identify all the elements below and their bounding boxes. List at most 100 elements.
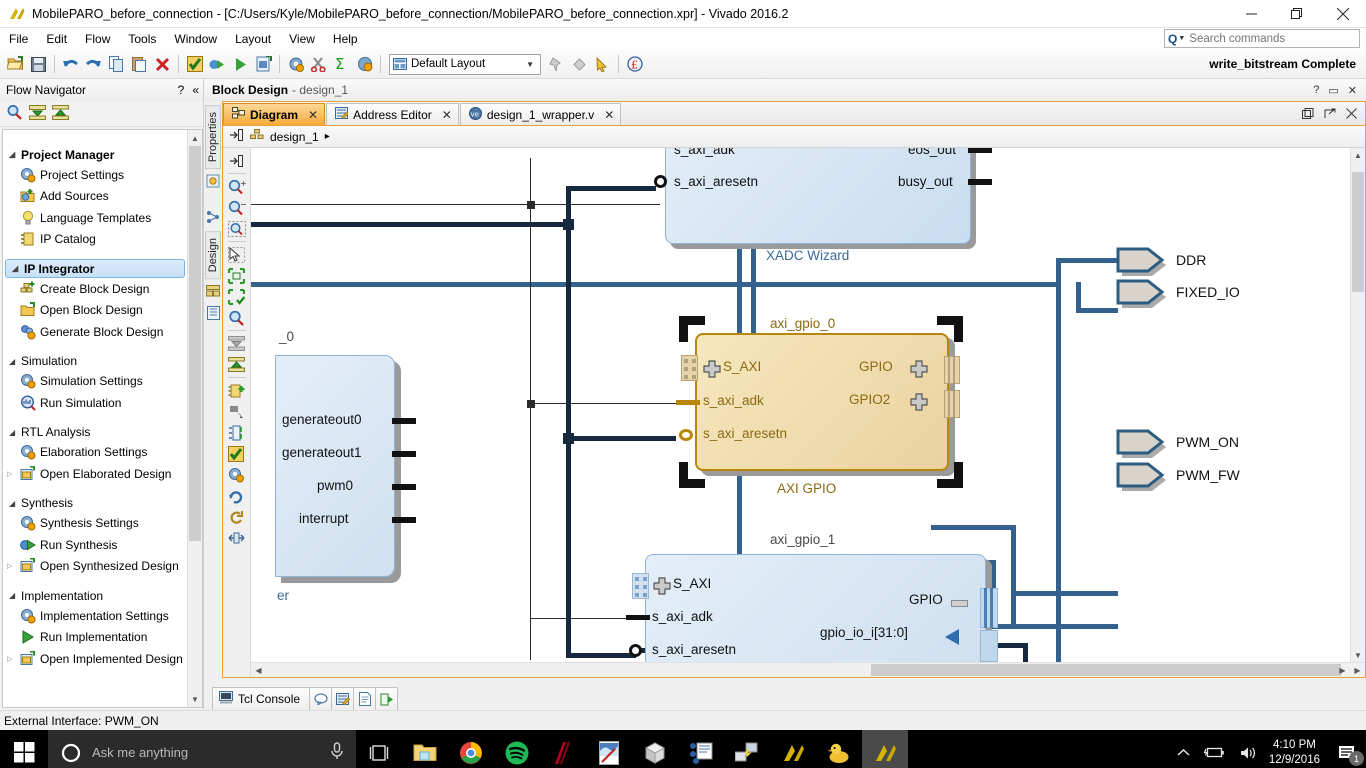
close-icon[interactable]: ✕ — [604, 108, 614, 122]
scroll-right-icon[interactable]: ▶ — [1335, 663, 1350, 677]
notifications-button[interactable]: 1 — [1330, 730, 1366, 768]
taskbar-app-diagram-app[interactable] — [678, 730, 724, 768]
show-hidden-icons-icon[interactable] — [1170, 748, 1197, 758]
microphone-icon[interactable] — [330, 742, 344, 763]
timing-icon[interactable] — [353, 53, 376, 76]
flownav-item-generate-block-design[interactable]: Generate Block Design — [3, 321, 192, 343]
auto-fit-icon[interactable] — [225, 286, 249, 307]
add-ip-icon[interactable] — [225, 380, 249, 401]
taskbar-app-3d-builder[interactable] — [632, 730, 678, 768]
expander-icon[interactable]: ◢ — [9, 428, 21, 437]
collapse-all-icon[interactable] — [225, 333, 249, 354]
close-button[interactable] — [1320, 0, 1366, 28]
scrollbar-thumb[interactable] — [871, 664, 1341, 676]
menu-flow[interactable]: Flow — [76, 30, 119, 48]
delete-icon[interactable] — [151, 53, 174, 76]
resize-icon[interactable] — [225, 527, 249, 548]
flownav-item-implementation-settings[interactable]: Implementation Settings — [3, 605, 192, 627]
redo-icon[interactable] — [82, 53, 105, 76]
menu-help[interactable]: Help — [324, 30, 367, 48]
settings-icon[interactable] — [225, 464, 249, 485]
open-project-icon[interactable] — [4, 53, 27, 76]
flownav-item-run-implementation[interactable]: Run Implementation — [3, 627, 192, 649]
tab-address-editor[interactable]: Address Editor ✕ — [326, 103, 459, 125]
flownav-group-implementation[interactable]: ◢ Implementation — [3, 586, 192, 605]
menu-edit[interactable]: Edit — [37, 30, 76, 48]
flownav-item-elaboration-settings[interactable]: Elaboration Settings — [3, 442, 192, 464]
menu-window[interactable]: Window — [165, 30, 226, 48]
side-tab-properties[interactable]: Properties — [205, 105, 221, 170]
bus-collapsed-icon[interactable] — [951, 600, 968, 607]
generate-bitstream-icon[interactable] — [252, 53, 275, 76]
flownav-item-synthesis-settings[interactable]: Synthesis Settings — [3, 513, 192, 535]
flownav-group-project-manager[interactable]: ◢ Project Manager — [3, 145, 192, 164]
cursor-icon[interactable] — [591, 53, 614, 76]
scroll-up-icon[interactable]: ▲ — [188, 130, 202, 146]
expand-all-icon[interactable] — [225, 354, 249, 375]
flownav-item-open-elaborated-design[interactable]: ▷ Open Elaborated Design — [3, 463, 192, 485]
maximize-restore-button[interactable] — [1274, 0, 1320, 28]
paste-icon[interactable] — [128, 53, 151, 76]
scrollbar-thumb[interactable] — [1352, 172, 1364, 292]
fit-selection-icon[interactable] — [225, 265, 249, 286]
float-icon[interactable] — [1302, 108, 1314, 122]
save-icon[interactable] — [27, 53, 50, 76]
expander-icon[interactable]: ◢ — [9, 357, 21, 366]
clock[interactable]: 4:10 PM 12/9/2016 — [1265, 738, 1330, 768]
designruns-icon[interactable] — [376, 687, 399, 710]
flownav-group-simulation[interactable]: ◢ Simulation — [3, 352, 192, 371]
taskbar-app-vivado[interactable] — [770, 730, 816, 768]
settings-icon[interactable] — [284, 53, 307, 76]
scroll-down-icon[interactable]: ▼ — [1351, 648, 1365, 663]
copy-icon[interactable] — [105, 53, 128, 76]
run-implementation-icon[interactable] — [229, 53, 252, 76]
layout-selector[interactable]: Default Layout ▼ — [389, 53, 541, 75]
close-icon[interactable]: ✕ — [308, 108, 318, 122]
select-tool-icon[interactable] — [225, 244, 249, 265]
expand-bus-icon[interactable] — [703, 360, 721, 378]
taskbar-app-google-chrome[interactable] — [448, 730, 494, 768]
cut-icon[interactable] — [307, 53, 330, 76]
validate-icon[interactable] — [183, 53, 206, 76]
log-icon[interactable] — [332, 687, 355, 710]
zoom-out-icon[interactable]: − — [225, 197, 249, 218]
messages-icon[interactable] — [310, 687, 333, 710]
help-icon[interactable]: ? — [1313, 84, 1319, 97]
menu-layout[interactable]: Layout — [226, 30, 280, 48]
flownav-group-ip-integrator[interactable]: ◢ IP Integrator — [5, 259, 185, 278]
expand-bus-icon[interactable] — [910, 360, 928, 378]
expand-hierarchy-icon[interactable] — [229, 128, 244, 145]
cortana-search-box[interactable]: Ask me anything — [48, 730, 356, 768]
expand-all-icon[interactable] — [52, 104, 69, 123]
flownav-item-run-simulation[interactable]: Run Simulation — [3, 392, 192, 414]
flownav-item-project-settings[interactable]: Project Settings — [3, 164, 192, 186]
zoom-fit-icon[interactable] — [225, 218, 249, 239]
pointer-icon[interactable] — [225, 401, 249, 422]
side-tab-design[interactable]: Design — [205, 231, 221, 280]
flow-navigator-scrollbar[interactable]: ▲ ▼ — [187, 130, 202, 707]
flownav-item-language-templates[interactable]: Language Templates — [3, 207, 192, 229]
expander-icon[interactable]: ▷ — [7, 655, 19, 663]
search-icon[interactable] — [6, 104, 23, 123]
search-commands-box[interactable]: Q ▼ — [1164, 29, 1360, 48]
hierarchy-icon[interactable] — [205, 305, 221, 321]
close-icon[interactable]: ✕ — [442, 108, 452, 122]
scroll-down-icon[interactable]: ▼ — [188, 691, 202, 707]
taskbar-app-file-explorer[interactable] — [402, 730, 448, 768]
chevron-down-icon[interactable]: ▼ — [526, 60, 534, 69]
help-icon[interactable]: ? — [178, 83, 185, 97]
scroll-left-icon[interactable]: ◀ — [251, 663, 266, 677]
scroll-right-end-icon[interactable]: ▶ — [1350, 663, 1365, 677]
canvas-vertical-scrollbar[interactable]: ▲ ▼ — [1350, 148, 1365, 663]
flownav-item-create-block-design[interactable]: Create Block Design — [3, 278, 192, 300]
expander-icon[interactable]: ◢ — [12, 264, 24, 273]
report-icon[interactable]: Σ — [330, 53, 353, 76]
scroll-up-icon[interactable]: ▲ — [1351, 148, 1365, 163]
flownav-item-open-implemented-design[interactable]: ▷ Open Implemented Design — [3, 648, 192, 670]
collapse-all-icon[interactable] — [29, 104, 46, 123]
expander-icon[interactable]: ◢ — [9, 499, 21, 508]
menu-tools[interactable]: Tools — [119, 30, 165, 48]
breadcrumb-root[interactable]: design_1 — [270, 130, 319, 144]
tab-diagram[interactable]: Diagram ✕ — [223, 103, 326, 125]
start-button[interactable] — [0, 730, 48, 768]
